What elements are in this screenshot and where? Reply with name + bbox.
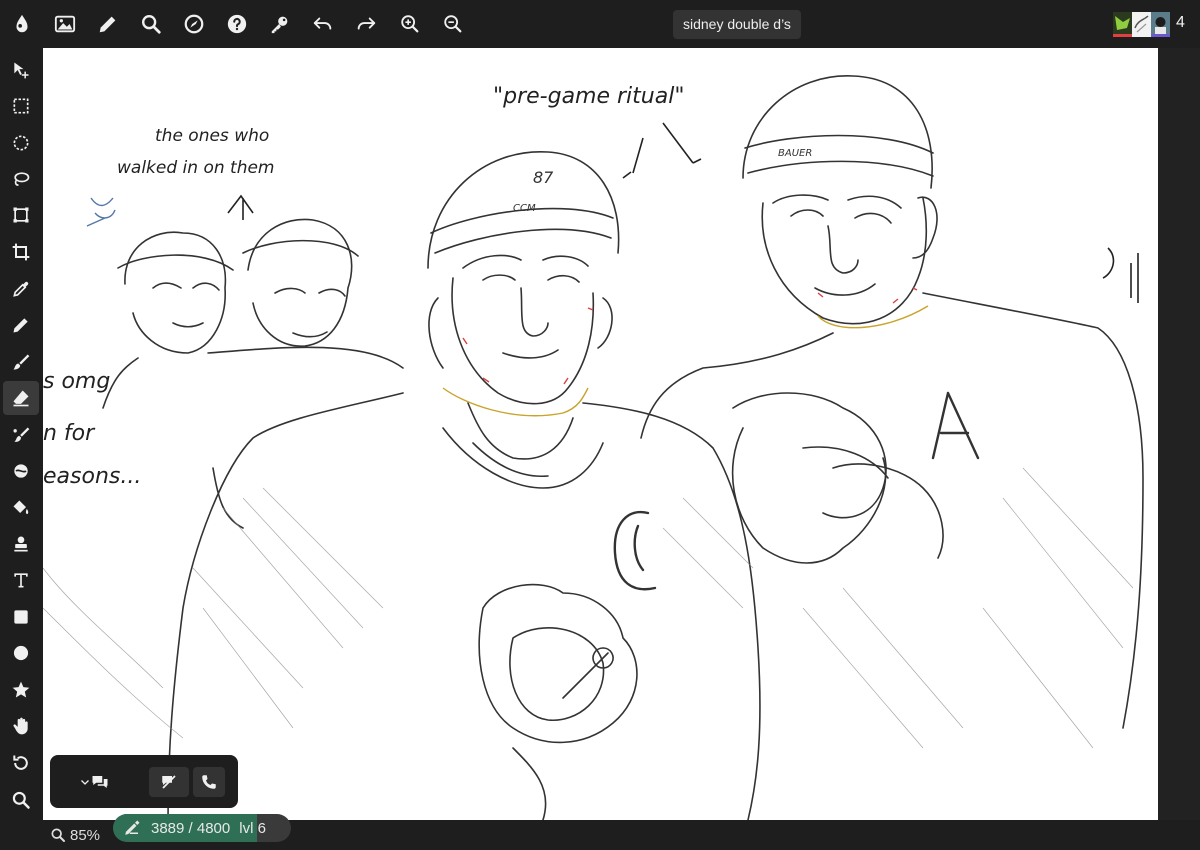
star-icon[interactable] — [3, 673, 39, 707]
xp-progress-pill[interactable]: 3889 / 4800 lvl 6 — [113, 814, 291, 842]
pencil-tool-icon[interactable] — [3, 308, 39, 342]
sketch-artwork: "pre-game ritual" the ones who walked in… — [43, 75, 1144, 820]
sketch-text-reasons: easons... — [43, 464, 141, 489]
level-badge: lvl 6 — [239, 819, 266, 837]
compass-icon[interactable] — [176, 6, 212, 42]
sketch-text-number: 87 — [533, 168, 554, 187]
tool-sidebar — [0, 48, 42, 850]
move-tool-icon[interactable] — [3, 53, 39, 87]
zoom-out-icon[interactable] — [435, 6, 471, 42]
sketch-text-pregame: "pre-game ritual" — [493, 84, 684, 109]
chat-toggle-button[interactable] — [70, 767, 118, 797]
eyedropper-icon[interactable] — [3, 272, 39, 306]
rotate-icon[interactable] — [3, 746, 39, 780]
zoom-in-icon[interactable] — [392, 6, 428, 42]
search-icon — [51, 828, 65, 842]
pencil-icon[interactable] — [90, 6, 126, 42]
user-count[interactable]: 4 — [1176, 14, 1185, 32]
transform-icon[interactable] — [3, 198, 39, 232]
zoom-indicator[interactable]: 85% — [50, 820, 100, 850]
rectangle-icon[interactable] — [3, 600, 39, 634]
search-icon[interactable] — [133, 6, 169, 42]
chat-bubbles-icon — [92, 776, 108, 788]
crop-icon[interactable] — [3, 235, 39, 269]
phone-icon — [202, 775, 216, 789]
lasso-icon[interactable] — [3, 162, 39, 196]
sketch-text-bauer: BAUER — [778, 148, 812, 159]
sketch-text-walked-in: walked in on them — [117, 158, 274, 178]
fill-bucket-icon[interactable] — [3, 491, 39, 525]
avatar[interactable] — [1151, 12, 1170, 37]
ellipse-icon[interactable] — [3, 636, 39, 670]
key-icon[interactable] — [262, 6, 298, 42]
eraser-icon[interactable] — [3, 381, 39, 415]
chevron-down-icon — [81, 780, 89, 785]
user-avatars[interactable] — [1113, 12, 1170, 37]
image-icon[interactable] — [47, 6, 83, 42]
avatar[interactable] — [1113, 12, 1132, 37]
sketch-text-ccm: CCM — [513, 203, 536, 214]
document-title[interactable]: sidney double d’s — [673, 10, 801, 39]
brush-icon[interactable] — [3, 345, 39, 379]
app-logo-icon[interactable] — [4, 6, 40, 42]
app-window: sidney double d’s 4 "pre-game ritual" th… — [0, 0, 1200, 850]
avatar[interactable] — [1132, 12, 1151, 37]
undo-icon[interactable] — [305, 6, 341, 42]
redo-icon[interactable] — [348, 6, 384, 42]
voice-call-button[interactable] — [193, 767, 225, 797]
blur-icon[interactable] — [3, 454, 39, 488]
clone-stamp-icon[interactable] — [3, 527, 39, 561]
rect-select-icon[interactable] — [3, 89, 39, 123]
smudge-icon[interactable] — [3, 418, 39, 452]
xp-progress-text: 3889 / 4800 — [151, 819, 231, 837]
canvas-gutter — [1158, 48, 1200, 820]
chat-bar — [50, 755, 238, 808]
hand-icon[interactable] — [3, 709, 39, 743]
text-tool-icon[interactable] — [3, 563, 39, 597]
chat-off-icon — [162, 775, 176, 789]
brush-stroke-icon — [125, 820, 140, 835]
sketch-text-ones-who: the ones who — [155, 126, 269, 146]
sketch-text-omg: s omg — [43, 369, 110, 394]
sketch-text-for: n for — [43, 421, 96, 446]
ellipse-select-icon[interactable] — [3, 126, 39, 160]
chat-mute-button[interactable] — [149, 767, 189, 797]
drawing-canvas[interactable]: "pre-game ritual" the ones who walked in… — [43, 48, 1158, 820]
help-icon[interactable] — [219, 6, 255, 42]
zoom-level: 85% — [70, 826, 101, 844]
top-toolbar: sidney double d’s 4 — [0, 0, 1200, 48]
